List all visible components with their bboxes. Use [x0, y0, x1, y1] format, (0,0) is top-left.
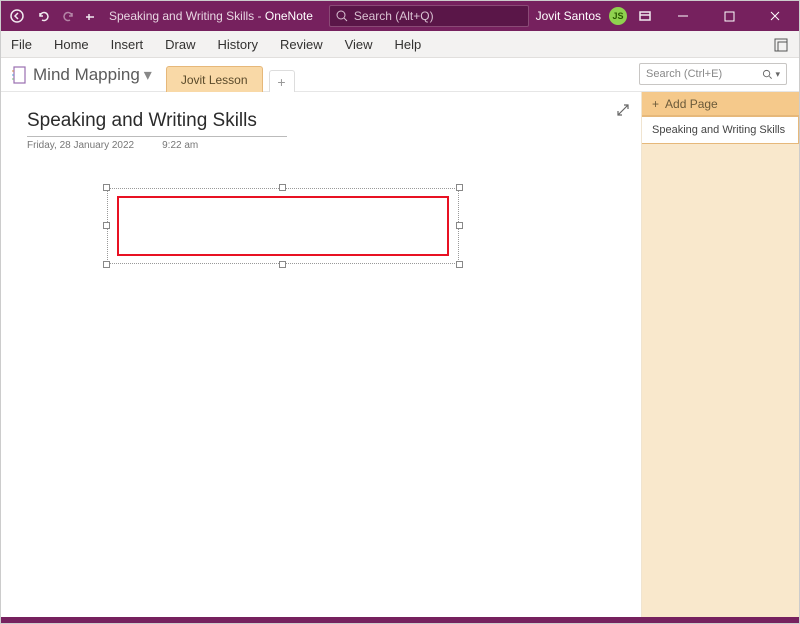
- qat-customize-button[interactable]: [83, 4, 97, 28]
- bottom-accent-bar: [1, 617, 799, 623]
- section-tab-label: Jovit Lesson: [181, 73, 248, 87]
- plus-icon: +: [652, 97, 659, 111]
- user-name[interactable]: Jovit Santos: [536, 9, 601, 23]
- menu-view[interactable]: View: [345, 37, 373, 52]
- section-tab[interactable]: Jovit Lesson: [166, 66, 263, 92]
- notebook-dropdown-icon[interactable]: ▾: [144, 65, 152, 85]
- search-icon: [336, 10, 348, 22]
- page-time[interactable]: 9:22 am: [162, 140, 198, 151]
- undo-button[interactable]: [31, 4, 55, 28]
- resize-handle-w[interactable]: [103, 222, 110, 229]
- window-title: Speaking and Writing Skills - OneNote: [109, 9, 313, 23]
- document-title: Speaking and Writing Skills: [109, 9, 254, 23]
- page-canvas[interactable]: Speaking and Writing Skills Friday, 28 J…: [1, 92, 641, 617]
- main-area: Speaking and Writing Skills Friday, 28 J…: [1, 92, 799, 617]
- page-title[interactable]: Speaking and Writing Skills: [27, 110, 287, 137]
- menu-help[interactable]: Help: [395, 37, 422, 52]
- page-meta: Friday, 28 January 2022 9:22 am: [27, 140, 287, 151]
- resize-handle-s[interactable]: [279, 261, 286, 268]
- full-page-view-button[interactable]: [771, 35, 791, 55]
- menu-draw[interactable]: Draw: [165, 37, 195, 52]
- resize-handle-ne[interactable]: [456, 184, 463, 191]
- page-list-item[interactable]: Speaking and Writing Skills: [642, 116, 799, 144]
- page-list-background: [642, 144, 799, 617]
- app-name: OneNote: [265, 9, 313, 23]
- menu-file[interactable]: File: [11, 37, 32, 52]
- title-bar: Speaking and Writing Skills - OneNote Se…: [1, 1, 799, 31]
- search-icon: ▾: [762, 69, 780, 80]
- page-list-item-title: Speaking and Writing Skills: [652, 124, 785, 136]
- ribbon-display-button[interactable]: [633, 4, 657, 28]
- menu-history[interactable]: History: [218, 37, 258, 52]
- resize-handle-se[interactable]: [456, 261, 463, 268]
- back-button[interactable]: [5, 4, 29, 28]
- minimize-button[interactable]: [663, 1, 703, 31]
- redo-button[interactable]: [57, 4, 81, 28]
- avatar[interactable]: JS: [609, 7, 627, 25]
- selected-shape-container[interactable]: [107, 188, 459, 264]
- rectangle-shape[interactable]: [117, 196, 449, 256]
- page-list-panel: + Add Page Speaking and Writing Skills: [641, 92, 799, 617]
- menu-insert[interactable]: Insert: [111, 37, 144, 52]
- add-section-button[interactable]: +: [269, 70, 295, 92]
- page-search-box[interactable]: Search (Ctrl+E) ▾: [639, 63, 787, 85]
- expand-page-icon[interactable]: [615, 102, 631, 118]
- page-header: Speaking and Writing Skills Friday, 28 J…: [27, 110, 287, 151]
- quick-access-toolbar: [1, 4, 97, 28]
- resize-handle-e[interactable]: [456, 222, 463, 229]
- add-page-label: Add Page: [665, 97, 718, 111]
- search-placeholder: Search (Alt+Q): [354, 9, 434, 23]
- notebook-icon: [11, 66, 27, 84]
- add-page-button[interactable]: + Add Page: [642, 92, 799, 116]
- ribbon-menu: File Home Insert Draw History Review Vie…: [1, 31, 799, 58]
- close-button[interactable]: [755, 1, 795, 31]
- resize-handle-n[interactable]: [279, 184, 286, 191]
- menu-home[interactable]: Home: [54, 37, 89, 52]
- page-date[interactable]: Friday, 28 January 2022: [27, 140, 134, 151]
- title-bar-right: Jovit Santos JS: [536, 1, 799, 31]
- menu-review[interactable]: Review: [280, 37, 323, 52]
- page-search-placeholder: Search (Ctrl+E): [646, 68, 722, 80]
- section-bar: Mind Mapping ▾ Jovit Lesson + Search (Ct…: [1, 58, 799, 92]
- resize-handle-sw[interactable]: [103, 261, 110, 268]
- resize-handle-nw[interactable]: [103, 184, 110, 191]
- maximize-button[interactable]: [709, 1, 749, 31]
- search-box[interactable]: Search (Alt+Q): [329, 5, 529, 27]
- notebook-name[interactable]: Mind Mapping: [33, 65, 140, 85]
